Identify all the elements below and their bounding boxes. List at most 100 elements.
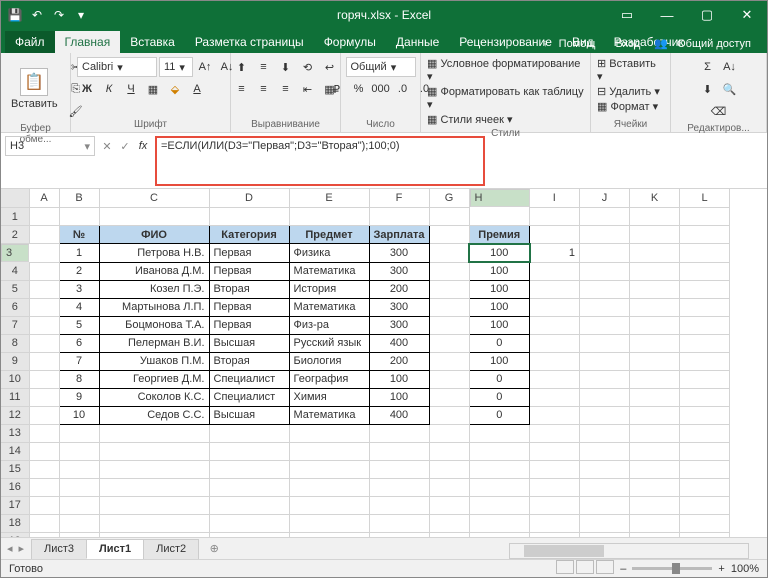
cell-J12[interactable] — [580, 406, 630, 424]
cell-I9[interactable] — [530, 352, 580, 370]
cell-D8[interactable]: Высшая — [209, 334, 289, 352]
cell-B10[interactable]: 8 — [59, 370, 99, 388]
cell-I8[interactable] — [530, 334, 580, 352]
cell-G4[interactable] — [429, 262, 469, 280]
cell-K17[interactable] — [630, 496, 680, 514]
cell-L17[interactable] — [680, 496, 730, 514]
cell-B18[interactable] — [59, 514, 99, 532]
row-header-1[interactable]: 1 — [1, 208, 29, 226]
wrap-text-icon[interactable]: ↩ — [320, 57, 340, 77]
cell-K16[interactable] — [630, 478, 680, 496]
cell-J4[interactable] — [580, 262, 630, 280]
cell-G8[interactable] — [429, 334, 469, 352]
cell-F10[interactable]: 100 — [369, 370, 429, 388]
cell-J17[interactable] — [580, 496, 630, 514]
row-header-8[interactable]: 8 — [1, 334, 29, 352]
cell-H17[interactable] — [469, 496, 530, 514]
format-cells-button[interactable]: ▦ Формат ▾ — [597, 100, 658, 113]
align-top-icon[interactable]: ⬆ — [232, 57, 252, 77]
cell-H1[interactable] — [469, 208, 530, 226]
sheet-prev-icon[interactable]: ◂ — [7, 542, 13, 555]
find-icon[interactable]: 🔍 — [720, 79, 740, 99]
col-header-I[interactable]: I — [530, 189, 580, 208]
cell-I13[interactable] — [530, 424, 580, 442]
cell-J8[interactable] — [580, 334, 630, 352]
cell-F15[interactable] — [369, 460, 429, 478]
cell-D4[interactable]: Первая — [209, 262, 289, 280]
zoom-in-button[interactable]: + — [718, 563, 724, 575]
cell-J10[interactable] — [580, 370, 630, 388]
cell-H2[interactable]: Премия — [469, 226, 530, 244]
cell-G14[interactable] — [429, 442, 469, 460]
col-header-J[interactable]: J — [580, 189, 630, 208]
cell-I12[interactable] — [530, 406, 580, 424]
cell-C2[interactable]: ФИО — [99, 226, 209, 244]
row-header-12[interactable]: 12 — [1, 406, 29, 424]
cell-J9[interactable] — [580, 352, 630, 370]
cell-E18[interactable] — [289, 514, 369, 532]
row-header-9[interactable]: 9 — [1, 352, 29, 370]
cell-K12[interactable] — [630, 406, 680, 424]
redo-icon[interactable]: ↷ — [51, 7, 67, 23]
cell-E3[interactable]: Физика — [289, 244, 369, 263]
cell-C17[interactable] — [99, 496, 209, 514]
sheet-next-icon[interactable]: ▸ — [19, 542, 25, 555]
cell-B13[interactable] — [59, 424, 99, 442]
cell-B3[interactable]: 1 — [59, 244, 99, 263]
cell-D14[interactable] — [209, 442, 289, 460]
cell-B1[interactable] — [59, 208, 99, 226]
cell-E15[interactable] — [289, 460, 369, 478]
cell-B4[interactable]: 2 — [59, 262, 99, 280]
row-header-3[interactable]: 3 — [1, 244, 29, 262]
cell-J11[interactable] — [580, 388, 630, 406]
cell-E5[interactable]: История — [289, 280, 369, 298]
col-header-C[interactable]: C — [99, 189, 209, 208]
col-header-L[interactable]: L — [680, 189, 730, 208]
cell-L6[interactable] — [680, 298, 730, 316]
cell-I2[interactable] — [530, 226, 580, 244]
delete-cells-button[interactable]: ⊟ Удалить ▾ — [597, 85, 660, 98]
border-button[interactable]: ▦ — [143, 79, 163, 99]
cell-D11[interactable]: Специалист — [209, 388, 289, 406]
row-header-7[interactable]: 7 — [1, 316, 29, 334]
cell-K9[interactable] — [630, 352, 680, 370]
cell-L18[interactable] — [680, 514, 730, 532]
cell-I5[interactable] — [530, 280, 580, 298]
view-buttons[interactable] — [554, 560, 614, 577]
cell-D5[interactable]: Вторая — [209, 280, 289, 298]
cell-K10[interactable] — [630, 370, 680, 388]
cell-J1[interactable] — [580, 208, 630, 226]
cell-L1[interactable] — [680, 208, 730, 226]
cell-I7[interactable] — [530, 316, 580, 334]
cell-L11[interactable] — [680, 388, 730, 406]
cell-K8[interactable] — [630, 334, 680, 352]
zoom-slider[interactable] — [632, 567, 712, 570]
col-header-A[interactable]: A — [29, 189, 59, 208]
cell-G7[interactable] — [429, 316, 469, 334]
cell-I16[interactable] — [530, 478, 580, 496]
col-header-B[interactable]: B — [59, 189, 99, 208]
cell-I4[interactable] — [530, 262, 580, 280]
cell-E17[interactable] — [289, 496, 369, 514]
align-right-icon[interactable]: ≡ — [276, 79, 296, 99]
percent-icon[interactable]: % — [349, 79, 369, 99]
cell-I3[interactable]: 1 — [530, 244, 580, 263]
cell-J2[interactable] — [580, 226, 630, 244]
sheet-tab-Лист1[interactable]: Лист1 — [86, 539, 144, 559]
cell-F1[interactable] — [369, 208, 429, 226]
col-header-K[interactable]: K — [630, 189, 680, 208]
cell-F13[interactable] — [369, 424, 429, 442]
cell-H12[interactable]: 0 — [469, 406, 530, 424]
cell-D1[interactable] — [209, 208, 289, 226]
indent-dec-icon[interactable]: ⇤ — [298, 79, 318, 99]
cell-H9[interactable]: 100 — [469, 352, 530, 370]
align-middle-icon[interactable]: ≡ — [254, 57, 274, 77]
cell-D7[interactable]: Первая — [209, 316, 289, 334]
cell-L14[interactable] — [680, 442, 730, 460]
tab-insert[interactable]: Вставка — [120, 31, 185, 53]
cell-G2[interactable] — [429, 226, 469, 244]
cell-E11[interactable]: Химия — [289, 388, 369, 406]
cell-F6[interactable]: 300 — [369, 298, 429, 316]
cell-L10[interactable] — [680, 370, 730, 388]
cell-D15[interactable] — [209, 460, 289, 478]
